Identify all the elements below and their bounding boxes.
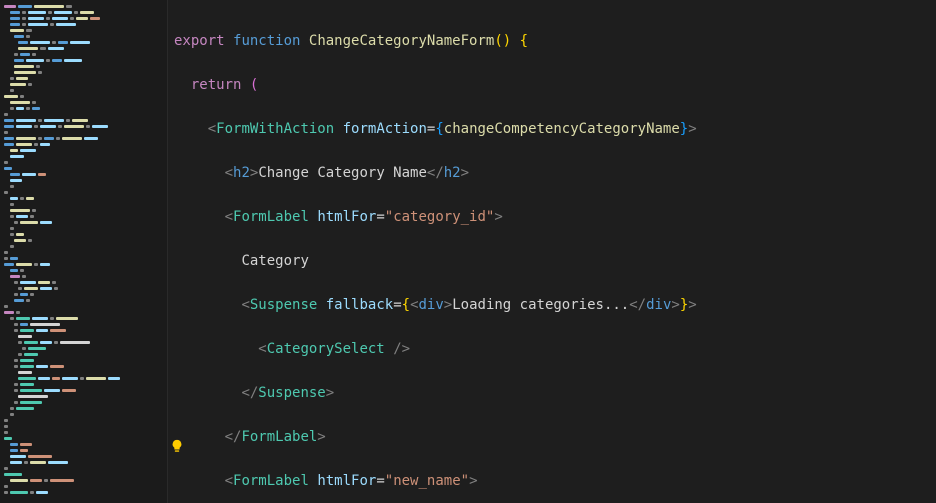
kw-return: return: [191, 77, 242, 93]
jsx-formwithaction: FormWithAction: [216, 121, 334, 137]
attr-formaction: formAction: [343, 121, 427, 137]
attr-htmlfor-1: htmlFor: [317, 209, 376, 225]
minimap[interactable]: [0, 0, 168, 503]
code-block: export function ChangeCategoryNameForm()…: [174, 8, 936, 503]
fn-name: ChangeCategoryNameForm: [309, 33, 494, 49]
jsx-categoryselect: CategorySelect: [267, 341, 385, 357]
kw-export: export: [174, 33, 225, 49]
editor-root: export function ChangeCategoryNameForm()…: [0, 0, 936, 503]
tag-h2: h2: [233, 165, 250, 181]
tag-div: div: [419, 297, 444, 313]
fallback-text: Loading categories...: [452, 297, 629, 313]
val-htmlfor-2: new_name: [393, 473, 460, 489]
attr-fallback: fallback: [326, 297, 393, 313]
attr-htmlfor-2: htmlFor: [317, 473, 376, 489]
code-editor[interactable]: export function ChangeCategoryNameForm()…: [168, 0, 936, 503]
jsx-suspense: Suspense: [250, 297, 317, 313]
tag-div-close: div: [646, 297, 671, 313]
label-category: Category: [241, 253, 308, 269]
val-formaction: changeCompetencyCategoryName: [444, 121, 680, 137]
lightbulb-icon[interactable]: [170, 438, 184, 452]
h2-text: Change Category Name: [258, 165, 427, 181]
jsx-formlabel-1-close: FormLabel: [241, 429, 317, 445]
kw-function: function: [233, 33, 300, 49]
jsx-suspense-close: Suspense: [258, 385, 325, 401]
tag-h2-close: h2: [444, 165, 461, 181]
jsx-formlabel-2: FormLabel: [233, 473, 309, 489]
jsx-formlabel-1: FormLabel: [233, 209, 309, 225]
val-htmlfor-1: category_id: [393, 209, 486, 225]
